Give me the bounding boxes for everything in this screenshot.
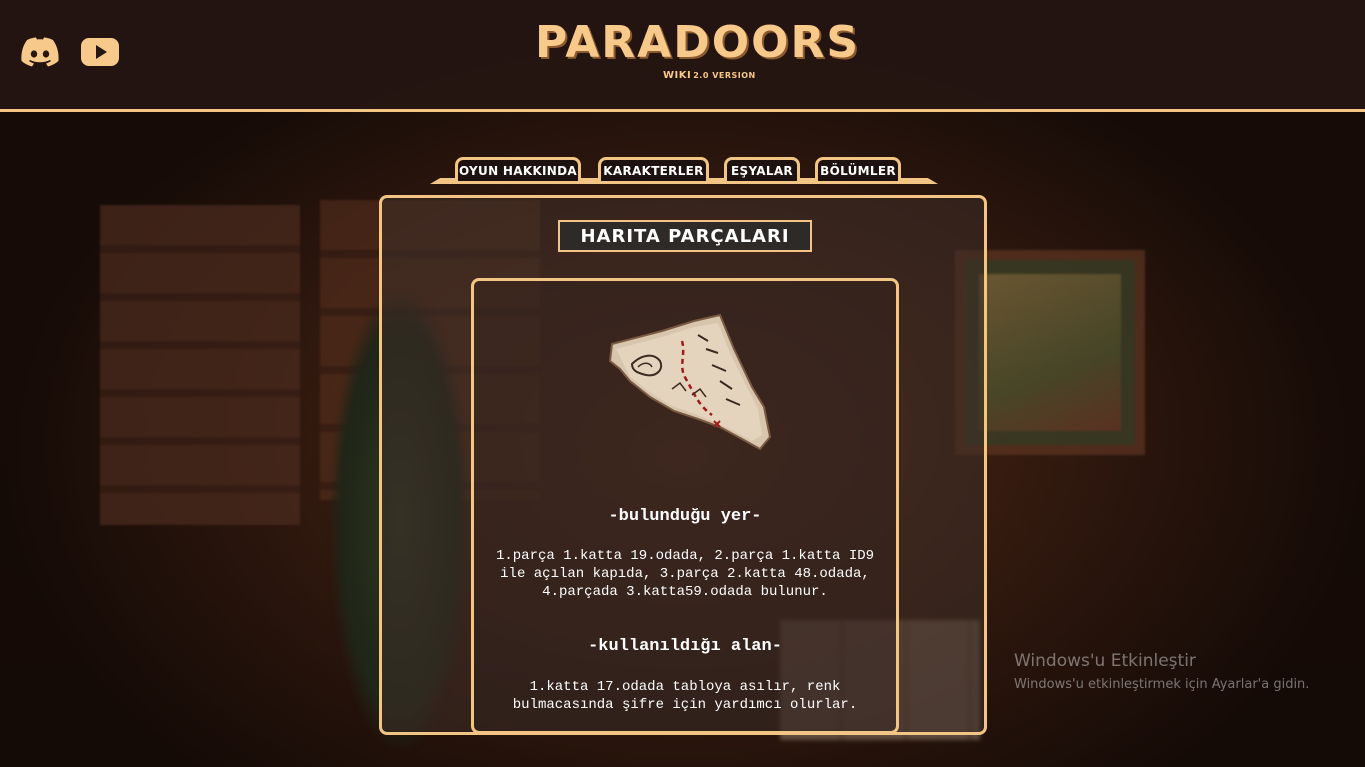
discord-icon [21, 37, 59, 67]
page-title: HARITA PARÇALARI [558, 220, 812, 252]
location-heading: -bulunduğu yer- [608, 507, 762, 526]
usage-heading: -kullanıldığı alan- [588, 637, 782, 656]
logo-version: 2.0 VERSION [693, 71, 756, 80]
tab-bolumler[interactable]: BÖLÜMLER [815, 157, 901, 181]
logo-title: PARADOORS [535, 17, 861, 68]
background-shelf [100, 205, 300, 525]
youtube-link[interactable] [80, 36, 120, 68]
logo-subtitle: WIKI 2.0 VERSION [663, 70, 756, 81]
windows-activation-title: Windows'u Etkinleştir [1014, 651, 1196, 671]
usage-text: 1.katta 17.odada tabloya asılır, renk bu… [512, 679, 858, 713]
item-card: -bulunduğu yer- 1.parça 1.katta 19.odada… [471, 278, 899, 734]
site-header: PARADOORS WIKI 2.0 VERSION [0, 0, 1365, 112]
content-panel: HARITA PARÇALARI -bulunduğu yer- 1.parça… [379, 195, 987, 735]
tab-oyun-hakkinda[interactable]: OYUN HAKKINDA [455, 157, 581, 181]
main-nav: OYUN HAKKINDA KARAKTERLER EŞYALAR BÖLÜML… [430, 156, 938, 186]
tab-karakterler[interactable]: KARAKTERLER [598, 157, 709, 181]
discord-link[interactable] [20, 36, 60, 68]
map-piece-icon [608, 313, 772, 451]
youtube-icon [81, 38, 119, 66]
location-text: 1.parça 1.katta 19.odada, 2.parça 1.katt… [495, 548, 875, 600]
tab-esyalar[interactable]: EŞYALAR [724, 157, 800, 181]
windows-activation-subtitle: Windows'u etkinleştirmek için Ayarlar'a … [1014, 677, 1310, 692]
logo-wiki: WIKI [663, 70, 692, 81]
site-logo[interactable]: PARADOORS WIKI 2.0 VERSION [535, 14, 861, 94]
